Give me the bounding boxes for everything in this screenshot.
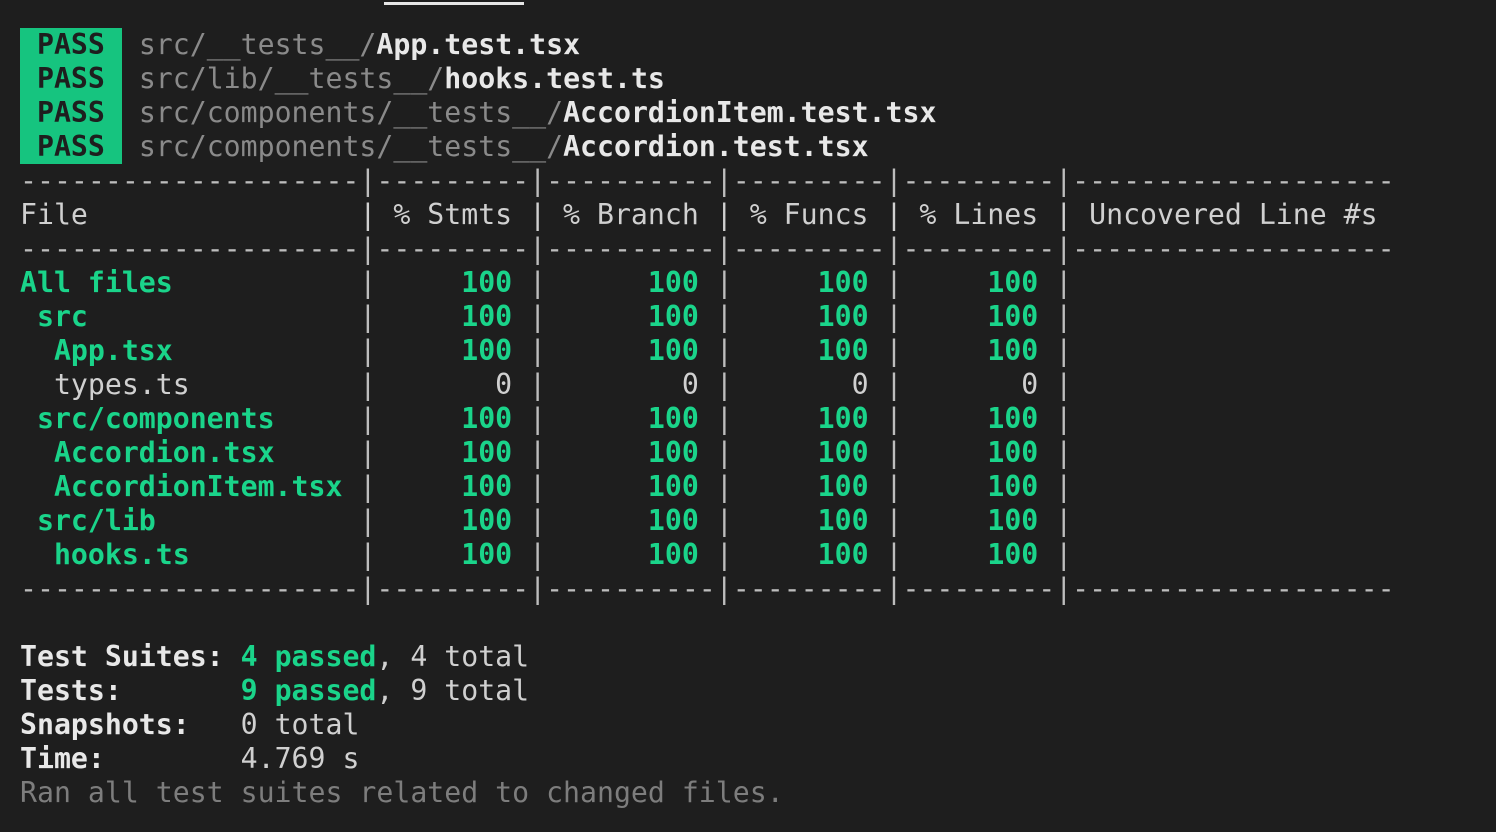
file-name: Accordion.tsx	[20, 436, 360, 469]
pass-badge: PASS	[20, 62, 122, 96]
funcs-value: 100	[732, 470, 886, 503]
table-separator: --------------------|---------|---------…	[20, 164, 1395, 197]
lines-value: 100	[902, 334, 1056, 367]
test-file-name: App.test.tsx	[376, 28, 581, 61]
funcs-value: 100	[732, 300, 886, 333]
summary-time: Time: 4.769 s	[20, 742, 360, 775]
table-row: AccordionItem.tsx | 100 | 100 | 100 | 10…	[20, 470, 1395, 504]
stmts-value: 100	[376, 436, 530, 469]
test-result-line: PASS src/components/__tests__/AccordionI…	[20, 96, 1395, 130]
lines-value: 100	[902, 402, 1056, 435]
pass-badge: PASS	[20, 96, 122, 130]
summary-tests: Tests: 9 passed, 9 total	[20, 674, 530, 707]
file-name: src/components	[20, 402, 360, 435]
branch-value: 0	[546, 368, 716, 401]
test-file-name: Accordion.test.tsx	[563, 130, 869, 163]
stmts-value: 100	[376, 334, 530, 367]
summary-snapshots: Snapshots: 0 total	[20, 708, 360, 741]
funcs-value: 100	[732, 504, 886, 537]
summary-footer: Ran all test suites related to changed f…	[20, 776, 784, 809]
active-tab-indicator	[384, 2, 524, 5]
lines-value: 100	[902, 300, 1056, 333]
test-path-dir: src/lib/__tests__/	[138, 62, 445, 95]
funcs-value: 100	[732, 334, 886, 367]
stmts-value: 100	[376, 266, 530, 299]
funcs-value: 100	[732, 538, 886, 571]
lines-value: 0	[902, 368, 1056, 401]
test-result-line: PASS src/lib/__tests__/hooks.test.ts	[20, 62, 1395, 96]
table-row: Accordion.tsx | 100 | 100 | 100 | 100 |	[20, 436, 1395, 470]
branch-value: 100	[546, 504, 716, 537]
test-path-dir: src/__tests__/	[138, 28, 377, 61]
branch-value: 100	[546, 266, 716, 299]
file-name: types.ts	[20, 368, 360, 401]
table-row: src/lib | 100 | 100 | 100 | 100 |	[20, 504, 1395, 538]
lines-value: 100	[902, 266, 1056, 299]
stmts-value: 0	[376, 368, 530, 401]
branch-value: 100	[546, 402, 716, 435]
stmts-value: 100	[376, 538, 530, 571]
coverage-table: --------------------|---------|---------…	[20, 164, 1395, 606]
table-row: src | 100 | 100 | 100 | 100 |	[20, 300, 1395, 334]
file-name: src/lib	[20, 504, 360, 537]
uncovered-value	[1072, 436, 1394, 469]
uncovered-value	[1072, 334, 1394, 367]
pass-badge: PASS	[20, 130, 122, 164]
file-name: App.tsx	[20, 334, 360, 367]
lines-value: 100	[902, 436, 1056, 469]
file-name: All files	[20, 266, 360, 299]
summary-suites: Test Suites: 4 passed, 4 total	[20, 640, 530, 673]
table-header: File | % Stmts | % Branch | % Funcs | % …	[20, 198, 1395, 231]
stmts-value: 100	[376, 470, 530, 503]
funcs-value: 100	[732, 436, 886, 469]
file-name: src	[20, 300, 360, 333]
test-file-name: hooks.test.ts	[444, 62, 665, 95]
uncovered-value	[1072, 266, 1394, 299]
branch-value: 100	[546, 470, 716, 503]
file-name: AccordionItem.tsx	[20, 470, 360, 503]
table-row: hooks.ts | 100 | 100 | 100 | 100 |	[20, 538, 1395, 572]
stmts-value: 100	[376, 300, 530, 333]
funcs-value: 100	[732, 402, 886, 435]
test-path-dir: src/components/__tests__/	[138, 130, 564, 163]
lines-value: 100	[902, 470, 1056, 503]
uncovered-value	[1072, 470, 1394, 503]
uncovered-value	[1072, 368, 1394, 401]
branch-value: 100	[546, 538, 716, 571]
test-result-line: PASS src/components/__tests__/Accordion.…	[20, 130, 1395, 164]
file-name: hooks.ts	[20, 538, 360, 571]
uncovered-value	[1072, 402, 1394, 435]
branch-value: 100	[546, 436, 716, 469]
test-file-name: AccordionItem.test.tsx	[563, 96, 937, 129]
test-summary: Test Suites: 4 passed, 4 total Tests: 9 …	[20, 640, 1395, 810]
stmts-value: 100	[376, 504, 530, 537]
branch-value: 100	[546, 334, 716, 367]
pass-badge: PASS	[20, 28, 122, 62]
stmts-value: 100	[376, 402, 530, 435]
table-row: src/components | 100 | 100 | 100 | 100 |	[20, 402, 1395, 436]
uncovered-value	[1072, 300, 1394, 333]
table-row: types.ts | 0 | 0 | 0 | 0 |	[20, 368, 1395, 402]
uncovered-value	[1072, 504, 1394, 537]
funcs-value: 100	[732, 266, 886, 299]
terminal-output: PASS src/__tests__/App.test.tsx PASS src…	[20, 28, 1395, 810]
test-result-line: PASS src/__tests__/App.test.tsx	[20, 28, 1395, 62]
branch-value: 100	[546, 300, 716, 333]
uncovered-value	[1072, 538, 1394, 571]
test-path-dir: src/components/__tests__/	[138, 96, 564, 129]
table-row: App.tsx | 100 | 100 | 100 | 100 |	[20, 334, 1395, 368]
table-row: All files | 100 | 100 | 100 | 100 |	[20, 266, 1395, 300]
table-separator: --------------------|---------|---------…	[20, 572, 1395, 605]
table-separator: --------------------|---------|---------…	[20, 232, 1395, 265]
funcs-value: 0	[732, 368, 886, 401]
test-results: PASS src/__tests__/App.test.tsx PASS src…	[20, 28, 1395, 164]
lines-value: 100	[902, 538, 1056, 571]
lines-value: 100	[902, 504, 1056, 537]
